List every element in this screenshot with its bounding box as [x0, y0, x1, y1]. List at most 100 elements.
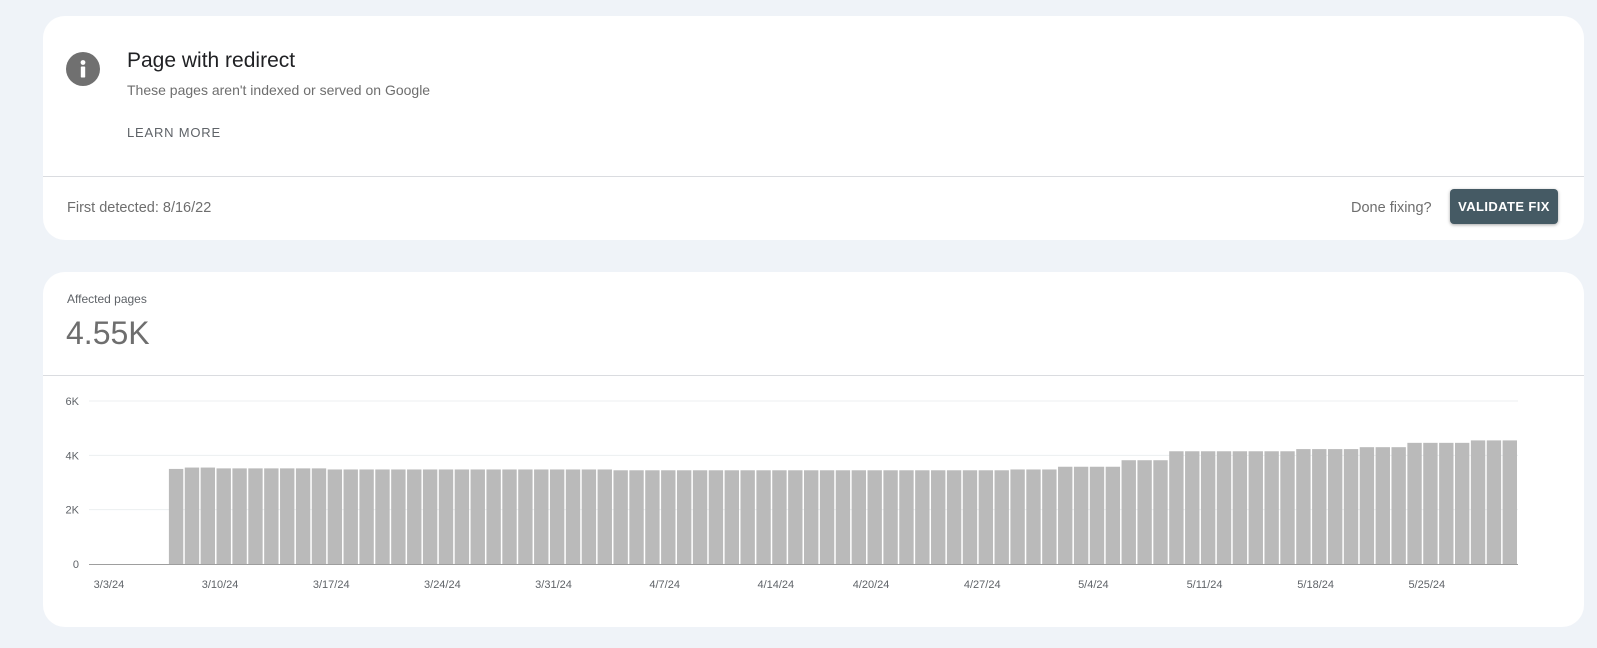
- bar[interactable]: [597, 469, 612, 564]
- bar[interactable]: [327, 469, 343, 564]
- bar[interactable]: [645, 470, 660, 564]
- info-icon: [66, 52, 100, 86]
- bar[interactable]: [613, 470, 628, 564]
- x-tick-label: 3/10/24: [202, 579, 239, 591]
- bar[interactable]: [708, 470, 724, 564]
- bar[interactable]: [168, 468, 184, 564]
- bar[interactable]: [200, 467, 216, 564]
- bar[interactable]: [184, 467, 200, 564]
- bar[interactable]: [1042, 469, 1057, 564]
- bar[interactable]: [1407, 442, 1422, 564]
- bar[interactable]: [661, 470, 676, 564]
- bar[interactable]: [756, 470, 771, 564]
- bar[interactable]: [883, 470, 898, 564]
- bar[interactable]: [1470, 440, 1486, 564]
- x-tick-label: 4/20/24: [853, 579, 890, 591]
- bar[interactable]: [1248, 451, 1263, 564]
- bar[interactable]: [1327, 449, 1343, 564]
- bar[interactable]: [819, 470, 835, 564]
- bar[interactable]: [1264, 451, 1279, 564]
- bar[interactable]: [1439, 442, 1454, 564]
- x-tick-label: 5/18/24: [1297, 579, 1334, 591]
- bar[interactable]: [692, 470, 708, 564]
- bar[interactable]: [867, 470, 882, 564]
- bar[interactable]: [1391, 447, 1406, 564]
- bar[interactable]: [518, 469, 533, 564]
- bar[interactable]: [804, 470, 819, 564]
- bar[interactable]: [1312, 449, 1327, 564]
- bar[interactable]: [248, 468, 263, 564]
- bar[interactable]: [1502, 440, 1517, 564]
- bar[interactable]: [1296, 449, 1311, 564]
- bar[interactable]: [1359, 447, 1375, 564]
- bar[interactable]: [581, 469, 597, 564]
- bar[interactable]: [1073, 466, 1089, 564]
- bar[interactable]: [851, 470, 867, 564]
- x-tick-label: 4/27/24: [964, 579, 1001, 591]
- bar[interactable]: [915, 470, 930, 564]
- x-tick-label: 4/7/24: [649, 579, 680, 591]
- x-tick-label: 5/4/24: [1078, 579, 1109, 591]
- bar[interactable]: [1486, 440, 1502, 564]
- bar[interactable]: [788, 470, 803, 564]
- bar[interactable]: [1423, 442, 1438, 564]
- bar[interactable]: [534, 469, 549, 564]
- bar[interactable]: [899, 470, 914, 564]
- bar[interactable]: [724, 470, 739, 564]
- bar[interactable]: [359, 469, 374, 564]
- x-tick-label: 3/17/24: [313, 579, 350, 591]
- x-tick-label: 3/31/24: [535, 579, 572, 591]
- bar[interactable]: [1280, 451, 1295, 564]
- done-fixing-label: Done fixing?: [1351, 200, 1432, 216]
- bar[interactable]: [470, 469, 485, 564]
- bar[interactable]: [1121, 460, 1136, 564]
- bar[interactable]: [994, 470, 1009, 564]
- x-tick-label: 5/11/24: [1187, 579, 1223, 591]
- bar[interactable]: [1153, 460, 1168, 564]
- validate-fix-button[interactable]: VALIDATE FIX: [1450, 189, 1558, 224]
- x-tick-label: 4/14/24: [757, 579, 794, 591]
- bar[interactable]: [375, 469, 390, 564]
- bar[interactable]: [1232, 451, 1248, 564]
- bar[interactable]: [343, 469, 358, 564]
- bar[interactable]: [1089, 466, 1105, 564]
- bar[interactable]: [835, 470, 851, 564]
- bar[interactable]: [295, 468, 311, 564]
- bar[interactable]: [1026, 469, 1041, 564]
- bar[interactable]: [1169, 451, 1184, 564]
- bar[interactable]: [486, 469, 501, 564]
- bar[interactable]: [1105, 466, 1121, 564]
- bar[interactable]: [978, 470, 994, 564]
- bar[interactable]: [772, 470, 787, 564]
- bar[interactable]: [676, 470, 692, 564]
- bar[interactable]: [962, 470, 978, 564]
- bar[interactable]: [1010, 469, 1025, 564]
- bar[interactable]: [1454, 442, 1470, 564]
- bar[interactable]: [280, 468, 295, 564]
- bar[interactable]: [946, 470, 962, 564]
- bar[interactable]: [311, 468, 327, 564]
- bar[interactable]: [740, 470, 755, 564]
- bar[interactable]: [438, 469, 454, 564]
- bar[interactable]: [1137, 460, 1152, 564]
- bar[interactable]: [391, 469, 406, 564]
- divider: [43, 176, 1584, 177]
- bar[interactable]: [1058, 466, 1073, 564]
- bar[interactable]: [1185, 451, 1200, 564]
- bar[interactable]: [502, 469, 517, 564]
- bar[interactable]: [629, 470, 644, 564]
- bar[interactable]: [422, 469, 438, 564]
- bar[interactable]: [549, 469, 565, 564]
- bar[interactable]: [1216, 451, 1232, 564]
- bar[interactable]: [232, 468, 247, 564]
- bar[interactable]: [264, 468, 279, 564]
- bar[interactable]: [1200, 451, 1216, 564]
- bar[interactable]: [1343, 449, 1359, 564]
- learn-more-link[interactable]: LEARN MORE: [127, 125, 221, 140]
- bar[interactable]: [565, 469, 581, 564]
- bar[interactable]: [216, 468, 231, 564]
- bar[interactable]: [454, 469, 470, 564]
- bar[interactable]: [1375, 447, 1390, 564]
- bar[interactable]: [407, 469, 422, 564]
- bar[interactable]: [931, 470, 946, 564]
